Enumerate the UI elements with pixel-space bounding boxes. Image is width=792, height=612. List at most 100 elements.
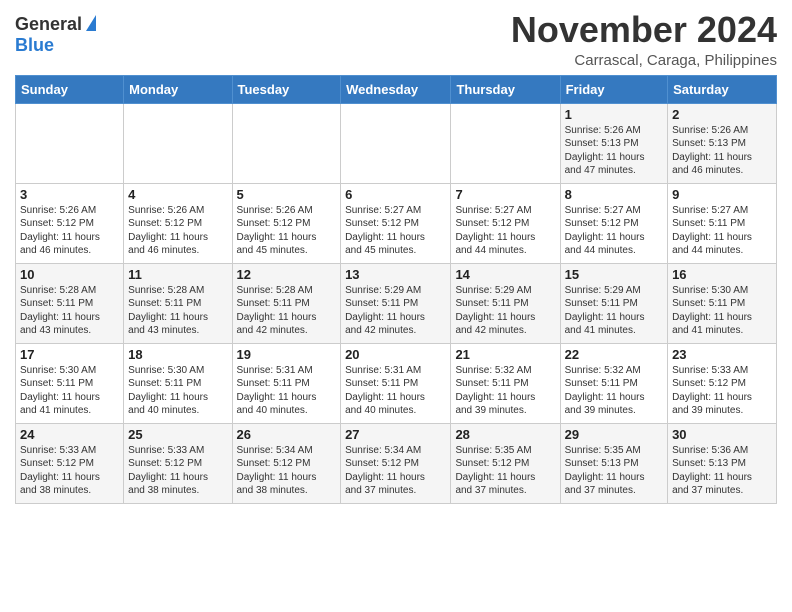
day-number: 10: [20, 267, 119, 282]
calendar-cell: 9Sunrise: 5:27 AMSunset: 5:11 PMDaylight…: [668, 183, 777, 263]
day-info: Sunrise: 5:34 AMSunset: 5:12 PMDaylight:…: [345, 444, 446, 498]
calendar-week-row: 1 Sunrise: 5:26 AMSunset: 5:13 PMDaylight…: [16, 103, 777, 183]
title-area: November 2024 Carrascal, Caraga, Philipp…: [511, 10, 777, 69]
calendar-cell: 25Sunrise: 5:33 AMSunset: 5:12 PMDayligh…: [124, 423, 232, 503]
day-info: Sunrise: 5:26 AMSunset: 5:12 PMDaylight:…: [20, 204, 119, 258]
day-info: Sunrise: 5:30 AMSunset: 5:11 PMDaylight:…: [672, 284, 772, 338]
logo-triangle-icon: [86, 15, 96, 31]
day-info: Sunrise: 5:36 AMSunset: 5:13 PMDaylight:…: [672, 444, 772, 498]
weekday-header-monday: Monday: [124, 75, 232, 103]
day-number: 15: [565, 267, 663, 282]
logo-area: General Blue: [15, 10, 96, 56]
calendar-cell: 29 Sunrise: 5:35 AMSunset: 5:13 PMDayligh…: [560, 423, 667, 503]
weekday-header-friday: Friday: [560, 75, 667, 103]
month-title: November 2024: [511, 10, 777, 50]
day-number: 2: [672, 107, 772, 122]
calendar-week-row: 24 Sunrise: 5:33 AMSunset: 5:12 PMDayligh…: [16, 423, 777, 503]
calendar-cell: 22Sunrise: 5:32 AMSunset: 5:11 PMDayligh…: [560, 343, 667, 423]
day-info: Sunrise: 5:33 AMSunset: 5:12 PMDaylight:…: [20, 444, 119, 498]
calendar-cell: 23 Sunrise: 5:33 AMSunset: 5:12 PMDayligh…: [668, 343, 777, 423]
day-number: 29: [565, 427, 663, 442]
calendar-cell: 17 Sunrise: 5:30 AMSunset: 5:11 PMDayligh…: [16, 343, 124, 423]
day-number: 5: [237, 187, 337, 202]
calendar-cell: 3Sunrise: 5:26 AMSunset: 5:12 PMDaylight…: [16, 183, 124, 263]
day-number: 8: [565, 187, 663, 202]
location-subtitle: Carrascal, Caraga, Philippines: [511, 52, 777, 69]
day-number: 1: [565, 107, 663, 122]
day-info: Sunrise: 5:30 AMSunset: 5:11 PMDaylight:…: [20, 364, 119, 418]
page-header: General Blue November 2024 Carrascal, Ca…: [15, 10, 777, 69]
day-info: Sunrise: 5:26 AMSunset: 5:12 PMDaylight:…: [128, 204, 227, 258]
day-number: 23: [672, 347, 772, 362]
calendar-week-row: 17 Sunrise: 5:30 AMSunset: 5:11 PMDayligh…: [16, 343, 777, 423]
day-info: Sunrise: 5:29 AMSunset: 5:11 PMDaylight:…: [565, 284, 663, 338]
calendar-week-row: 10 Sunrise: 5:28 AMSunset: 5:11 PMDayligh…: [16, 263, 777, 343]
weekday-header-saturday: Saturday: [668, 75, 777, 103]
calendar-cell: [16, 103, 124, 183]
calendar-cell: 18 Sunrise: 5:30 AMSunset: 5:11 PMDayligh…: [124, 343, 232, 423]
calendar-cell: 8 Sunrise: 5:27 AMSunset: 5:12 PMDaylight…: [560, 183, 667, 263]
day-info: Sunrise: 5:29 AMSunset: 5:11 PMDaylight:…: [455, 284, 555, 338]
calendar-cell: 7Sunrise: 5:27 AMSunset: 5:12 PMDaylight…: [451, 183, 560, 263]
day-info: Sunrise: 5:26 AMSunset: 5:13 PMDaylight:…: [565, 124, 663, 178]
day-info: Sunrise: 5:27 AMSunset: 5:12 PMDaylight:…: [565, 204, 663, 258]
day-number: 12: [237, 267, 337, 282]
logo-blue-text: Blue: [15, 35, 54, 56]
day-info: Sunrise: 5:26 AMSunset: 5:13 PMDaylight:…: [672, 124, 772, 178]
calendar-cell: [451, 103, 560, 183]
calendar-cell: 28Sunrise: 5:35 AMSunset: 5:12 PMDayligh…: [451, 423, 560, 503]
day-number: 20: [345, 347, 446, 362]
day-info: Sunrise: 5:26 AMSunset: 5:12 PMDaylight:…: [237, 204, 337, 258]
day-number: 21: [455, 347, 555, 362]
day-number: 26: [237, 427, 337, 442]
weekday-header-thursday: Thursday: [451, 75, 560, 103]
weekday-header-row: SundayMondayTuesdayWednesdayThursdayFrid…: [16, 75, 777, 103]
day-info: Sunrise: 5:31 AMSunset: 5:11 PMDaylight:…: [345, 364, 446, 418]
day-info: Sunrise: 5:35 AMSunset: 5:13 PMDaylight:…: [565, 444, 663, 498]
day-number: 18: [128, 347, 227, 362]
day-number: 4: [128, 187, 227, 202]
calendar-cell: 14 Sunrise: 5:29 AMSunset: 5:11 PMDayligh…: [451, 263, 560, 343]
day-number: 14: [455, 267, 555, 282]
calendar-cell: 6 Sunrise: 5:27 AMSunset: 5:12 PMDaylight…: [341, 183, 451, 263]
day-info: Sunrise: 5:29 AMSunset: 5:11 PMDaylight:…: [345, 284, 446, 338]
calendar-cell: 21Sunrise: 5:32 AMSunset: 5:11 PMDayligh…: [451, 343, 560, 423]
weekday-header-wednesday: Wednesday: [341, 75, 451, 103]
day-number: 16: [672, 267, 772, 282]
day-info: Sunrise: 5:30 AMSunset: 5:11 PMDaylight:…: [128, 364, 227, 418]
calendar-cell: 15 Sunrise: 5:29 AMSunset: 5:11 PMDayligh…: [560, 263, 667, 343]
day-info: Sunrise: 5:31 AMSunset: 5:11 PMDaylight:…: [237, 364, 337, 418]
calendar-cell: 2 Sunrise: 5:26 AMSunset: 5:13 PMDaylight…: [668, 103, 777, 183]
day-number: 27: [345, 427, 446, 442]
calendar-table: SundayMondayTuesdayWednesdayThursdayFrid…: [15, 75, 777, 504]
calendar-cell: 11 Sunrise: 5:28 AMSunset: 5:11 PMDayligh…: [124, 263, 232, 343]
calendar-cell: 1 Sunrise: 5:26 AMSunset: 5:13 PMDaylight…: [560, 103, 667, 183]
day-info: Sunrise: 5:27 AMSunset: 5:12 PMDaylight:…: [345, 204, 446, 258]
calendar-cell: 5 Sunrise: 5:26 AMSunset: 5:12 PMDaylight…: [232, 183, 341, 263]
day-number: 7: [455, 187, 555, 202]
calendar-week-row: 3Sunrise: 5:26 AMSunset: 5:12 PMDaylight…: [16, 183, 777, 263]
calendar-cell: 30Sunrise: 5:36 AMSunset: 5:13 PMDayligh…: [668, 423, 777, 503]
weekday-header-tuesday: Tuesday: [232, 75, 341, 103]
day-info: Sunrise: 5:33 AMSunset: 5:12 PMDaylight:…: [672, 364, 772, 418]
logo-general-text: General: [15, 14, 82, 35]
calendar-cell: 12 Sunrise: 5:28 AMSunset: 5:11 PMDayligh…: [232, 263, 341, 343]
day-number: 25: [128, 427, 227, 442]
day-number: 24: [20, 427, 119, 442]
calendar-cell: 16 Sunrise: 5:30 AMSunset: 5:11 PMDayligh…: [668, 263, 777, 343]
day-info: Sunrise: 5:28 AMSunset: 5:11 PMDaylight:…: [237, 284, 337, 338]
day-info: Sunrise: 5:34 AMSunset: 5:12 PMDaylight:…: [237, 444, 337, 498]
day-info: Sunrise: 5:28 AMSunset: 5:11 PMDaylight:…: [20, 284, 119, 338]
day-number: 19: [237, 347, 337, 362]
day-number: 9: [672, 187, 772, 202]
day-number: 28: [455, 427, 555, 442]
day-info: Sunrise: 5:28 AMSunset: 5:11 PMDaylight:…: [128, 284, 227, 338]
calendar-cell: 4 Sunrise: 5:26 AMSunset: 5:12 PMDaylight…: [124, 183, 232, 263]
calendar-cell: 27 Sunrise: 5:34 AMSunset: 5:12 PMDayligh…: [341, 423, 451, 503]
day-number: 6: [345, 187, 446, 202]
day-number: 11: [128, 267, 227, 282]
day-number: 17: [20, 347, 119, 362]
calendar-cell: 10 Sunrise: 5:28 AMSunset: 5:11 PMDayligh…: [16, 263, 124, 343]
calendar-cell: 20 Sunrise: 5:31 AMSunset: 5:11 PMDayligh…: [341, 343, 451, 423]
calendar-cell: 26 Sunrise: 5:34 AMSunset: 5:12 PMDayligh…: [232, 423, 341, 503]
